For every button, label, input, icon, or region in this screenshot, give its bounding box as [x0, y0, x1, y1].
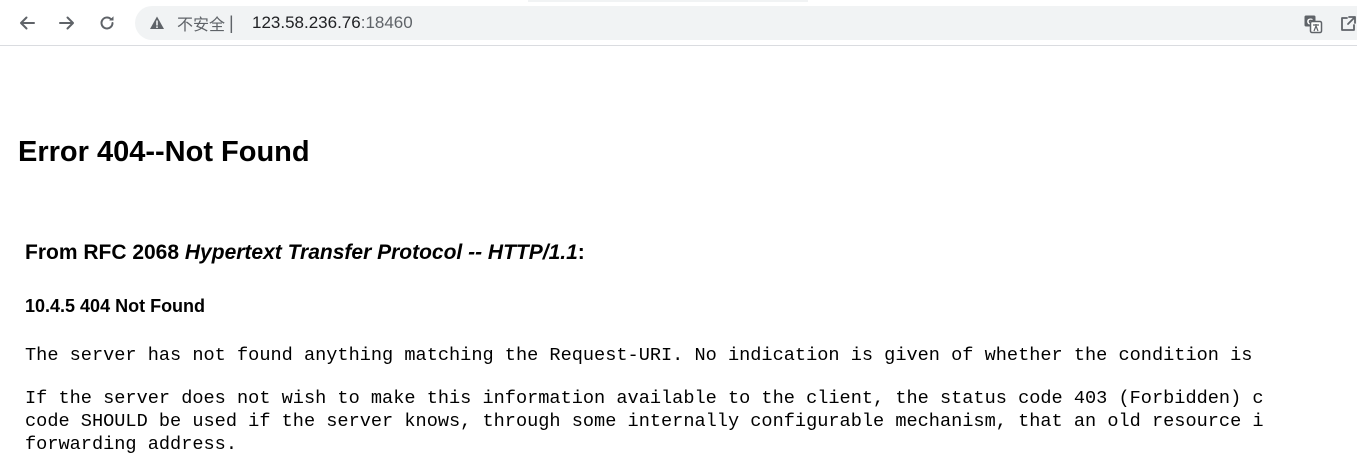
body-paragraph-1: The server has not found anything matchi… [25, 345, 1253, 366]
section-heading: 10.4.5 404 Not Found [25, 296, 206, 316]
forward-button[interactable] [55, 11, 79, 35]
page-title: Error 404--Not Found [18, 136, 310, 168]
forward-arrow-icon [59, 16, 74, 30]
back-arrow-icon [20, 16, 35, 30]
reload-button[interactable] [95, 11, 119, 35]
url-host: 123.58.236.76 [252, 13, 361, 32]
rfc-prefix: From RFC 2068 [25, 241, 185, 264]
rfc-title: Hypertext Transfer Protocol -- HTTP/1.1 [184, 241, 578, 264]
tab-strip-edge [528, 0, 808, 2]
url-port: :18460 [360, 13, 413, 32]
body-paragraph-2: If the server does not wish to make this… [25, 388, 1264, 455]
url-text[interactable]: 123.58.236.76:18460 [252, 6, 413, 40]
rfc-suffix: : [577, 241, 585, 264]
browser-toolbar: 不安全 | 123.58.236.76:18460 G [0, 0, 1357, 46]
warning-triangle-icon [150, 16, 164, 29]
reload-icon [100, 16, 114, 30]
translate-icon[interactable]: G [1303, 14, 1323, 34]
rfc-heading: From RFC 2068 Hypertext Transfer Protoco… [25, 241, 585, 265]
back-button[interactable] [15, 11, 39, 35]
page-content: Error 404--Not Found From RFC 2068 Hyper… [0, 47, 1357, 464]
share-icon[interactable] [1338, 14, 1357, 34]
security-label: 不安全 [177, 15, 226, 34]
security-separator: | [229, 12, 234, 33]
security-indicator[interactable]: 不安全 | [149, 6, 234, 40]
address-bar[interactable]: 不安全 | 123.58.236.76:18460 G [135, 6, 1357, 40]
